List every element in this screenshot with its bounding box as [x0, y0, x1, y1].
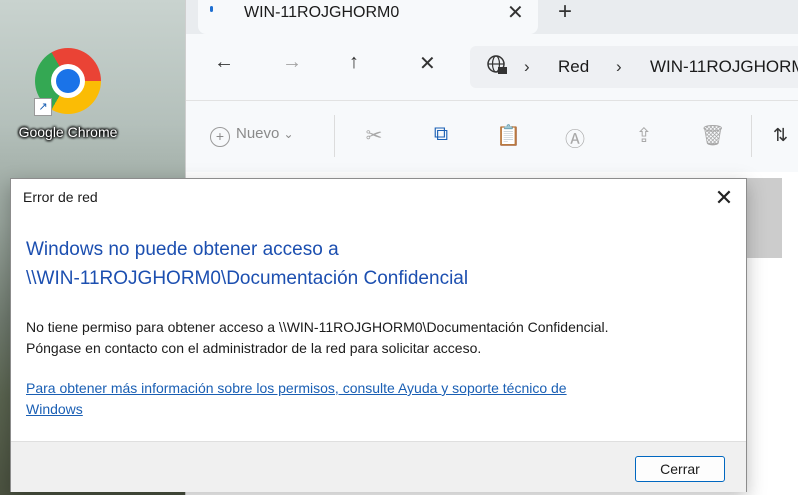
tab-bar: WIN-11ROJGHORM0 ✕ +: [186, 0, 798, 34]
address-bar: ← → ↑ ✕ › Red › WIN-11ROJGHORM0: [186, 34, 798, 100]
paste-icon[interactable]: 📋: [496, 123, 521, 147]
tab-close-icon[interactable]: ✕: [507, 0, 524, 25]
new-label: Nuevo: [236, 125, 280, 142]
dialog-footer: Cerrar: [11, 441, 746, 492]
breadcrumb-item-host[interactable]: WIN-11ROJGHORM0: [650, 57, 798, 77]
new-button[interactable]: + Nuevo ⌄: [210, 125, 294, 147]
dialog-titlebar: Error de red ✕: [11, 179, 746, 217]
network-error-dialog: Error de red ✕ Windows no puede obtener …: [10, 178, 747, 492]
share-icon[interactable]: ⇪: [632, 123, 656, 147]
toolbar-divider: [751, 115, 752, 157]
tab-icon: [210, 6, 213, 12]
stop-button[interactable]: ✕: [419, 51, 436, 76]
network-globe-icon: [487, 55, 507, 74]
rename-icon[interactable]: Ⓐ: [563, 123, 587, 151]
dialog-heading-line1: Windows no puede obtener acceso a: [26, 239, 339, 260]
command-bar: + Nuevo ⌄ ✂ ⧉ 📋 Ⓐ ⇪ 🗑 ⇅: [186, 100, 798, 173]
delete-icon[interactable]: 🗑: [700, 123, 725, 147]
dialog-message: No tiene permiso para obtener acceso a \…: [26, 317, 736, 359]
help-link-line1[interactable]: Para obtener más información sobre los p…: [26, 378, 726, 399]
new-tab-button[interactable]: +: [558, 0, 572, 26]
breadcrumb-item-red[interactable]: Red: [558, 57, 589, 77]
help-link[interactable]: Para obtener más información sobre los p…: [26, 378, 726, 420]
back-button[interactable]: ←: [214, 51, 234, 74]
dialog-heading-line2: \\WIN-11ROJGHORM0\Documentación Confiden…: [26, 268, 469, 289]
dialog-heading: Windows no puede obtener acceso a \\WIN-…: [26, 235, 726, 293]
breadcrumb-separator: ›: [616, 57, 622, 76]
dialog-message-line2: Póngase en contacto con el administrador…: [26, 340, 482, 356]
tab-win-11rojghorm0[interactable]: WIN-11ROJGHORM0 ✕: [198, 0, 538, 34]
chevron-down-icon: ⌄: [283, 127, 294, 141]
plus-icon: +: [210, 127, 230, 147]
forward-button[interactable]: →: [282, 51, 302, 74]
desktop-icon-label: Google Chrome: [18, 124, 118, 140]
desktop-shortcut-chrome[interactable]: ↗ Google Chrome: [4, 48, 132, 140]
copy-icon[interactable]: ⧉: [429, 123, 453, 147]
close-button[interactable]: Cerrar: [635, 456, 725, 482]
toolbar-divider: [334, 115, 335, 157]
cut-icon[interactable]: ✂: [362, 123, 386, 147]
tab-title: WIN-11ROJGHORM0: [244, 4, 400, 21]
help-link-line2[interactable]: Windows: [26, 399, 726, 420]
sort-icon[interactable]: ⇅: [773, 125, 788, 146]
breadcrumb[interactable]: › Red › WIN-11ROJGHORM0: [470, 46, 798, 88]
up-button[interactable]: ↑: [349, 51, 359, 74]
dialog-title: Error de red: [23, 189, 98, 205]
dialog-close-button[interactable]: ✕: [709, 183, 739, 213]
breadcrumb-separator: ›: [524, 57, 530, 76]
shortcut-arrow-icon: ↗: [34, 98, 52, 116]
dialog-message-line1: No tiene permiso para obtener acceso a \…: [26, 319, 609, 335]
